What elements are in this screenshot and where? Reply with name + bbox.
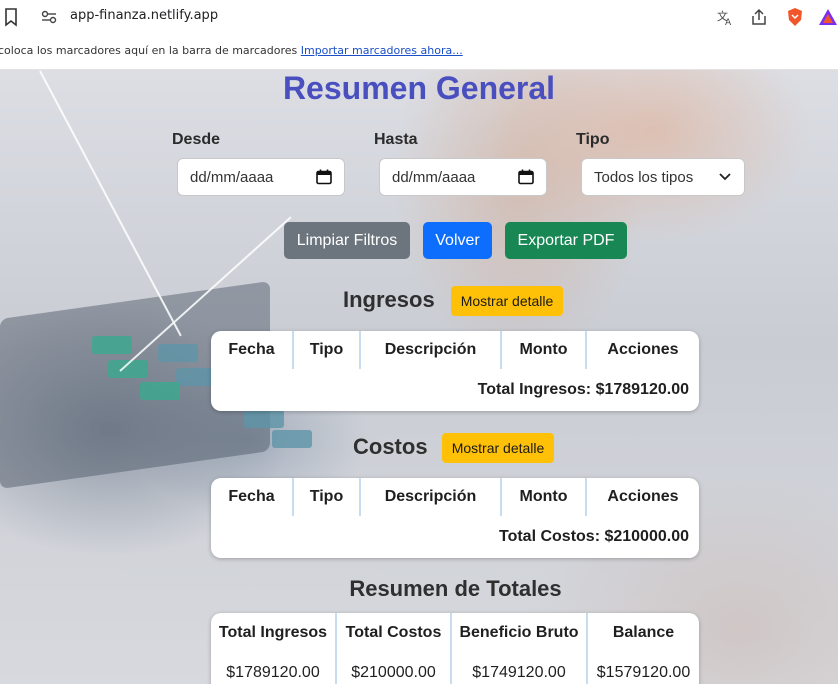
- column-header: Tipo: [294, 478, 361, 516]
- costos-table-header: Fecha Tipo Descripción Monto Acciones: [211, 478, 699, 516]
- resumen-title: Resumen de Totales: [349, 576, 562, 601]
- calendar-icon[interactable]: [316, 169, 332, 185]
- resumen-table: Total Ingresos Total Costos Beneficio Br…: [211, 613, 699, 684]
- column-header: Beneficio Bruto: [452, 613, 588, 653]
- balance-value: $1579120.00: [596, 664, 691, 681]
- share-icon[interactable]: [749, 7, 769, 27]
- column-header: Total Ingresos: [211, 613, 337, 653]
- chevron-down-icon: [718, 169, 732, 186]
- svg-text:A: A: [725, 18, 732, 26]
- column-header: Total Costos: [337, 613, 452, 653]
- column-header: Balance: [612, 624, 675, 641]
- translate-icon[interactable]: 文A: [715, 7, 735, 27]
- column-header: Descripción: [361, 331, 502, 369]
- site-settings-icon[interactable]: [40, 9, 58, 25]
- ingresos-show-detail-button[interactable]: Mostrar detalle: [451, 286, 563, 316]
- hasta-label: Hasta: [374, 131, 418, 148]
- back-button[interactable]: Volver: [423, 222, 492, 259]
- column-header: Fecha: [211, 331, 294, 369]
- ingresos-table-header: Fecha Tipo Descripción Monto Acciones: [211, 331, 699, 369]
- ingresos-title: Ingresos: [343, 287, 435, 312]
- tipo-label: Tipo: [576, 131, 610, 148]
- hasta-value: dd/mm/aaaa: [392, 168, 476, 186]
- tipo-select[interactable]: Todos los tipos: [581, 158, 745, 196]
- column-header: Descripción: [361, 478, 502, 516]
- browser-toolbar: app-finanza.netlify.app 文A: [0, 0, 838, 36]
- costos-table: Fecha Tipo Descripción Monto Acciones To…: [211, 478, 699, 558]
- column-header: Acciones: [607, 341, 679, 358]
- column-header: Monto: [502, 331, 587, 369]
- ingresos-total: Total Ingresos: $1789120.00: [477, 381, 689, 398]
- clear-filters-button[interactable]: Limpiar Filtros: [284, 222, 410, 259]
- column-header: Acciones: [607, 488, 679, 505]
- table-row: $1789120.00 $210000.00 $1749120.00 $1579…: [211, 653, 699, 684]
- tipo-value: Todos los tipos: [594, 168, 694, 186]
- column-header: Fecha: [211, 478, 294, 516]
- brave-shield-icon[interactable]: [785, 7, 805, 27]
- desde-label: Desde: [172, 131, 221, 148]
- bookmarks-bar: coloca los marcadores aquí en la barra d…: [0, 36, 838, 70]
- desde-date-input[interactable]: dd/mm/aaaa: [177, 158, 345, 196]
- page-title: Resumen General: [282, 70, 556, 106]
- column-header: Monto: [502, 478, 587, 516]
- costos-show-detail-button[interactable]: Mostrar detalle: [442, 433, 554, 463]
- total-costos-value: $210000.00: [337, 653, 452, 684]
- total-ingresos-value: $1789120.00: [211, 653, 337, 684]
- hasta-date-input[interactable]: dd/mm/aaaa: [379, 158, 547, 196]
- costos-total: Total Costos: $210000.00: [498, 528, 689, 545]
- costos-title: Costos: [353, 434, 428, 459]
- export-pdf-button[interactable]: Exportar PDF: [505, 222, 627, 259]
- calendar-icon[interactable]: [518, 169, 534, 185]
- bookmark-icon[interactable]: [4, 7, 18, 27]
- page-background: Resumen General Desde dd/mm/aaaa Hasta d…: [0, 70, 838, 684]
- import-bookmarks-link[interactable]: Importar marcadores ahora...: [301, 44, 463, 57]
- ingresos-table: Fecha Tipo Descripción Monto Acciones To…: [211, 331, 699, 411]
- brave-rewards-icon[interactable]: [818, 7, 838, 27]
- column-header: Tipo: [294, 331, 361, 369]
- resumen-table-header: Total Ingresos Total Costos Beneficio Br…: [211, 613, 699, 653]
- address-bar[interactable]: app-finanza.netlify.app: [70, 8, 218, 23]
- beneficio-bruto-value: $1749120.00: [452, 653, 588, 684]
- bookmarks-hint: coloca los marcadores aquí en la barra d…: [0, 44, 298, 57]
- light-streak: [39, 70, 182, 337]
- desde-value: dd/mm/aaaa: [190, 168, 274, 186]
